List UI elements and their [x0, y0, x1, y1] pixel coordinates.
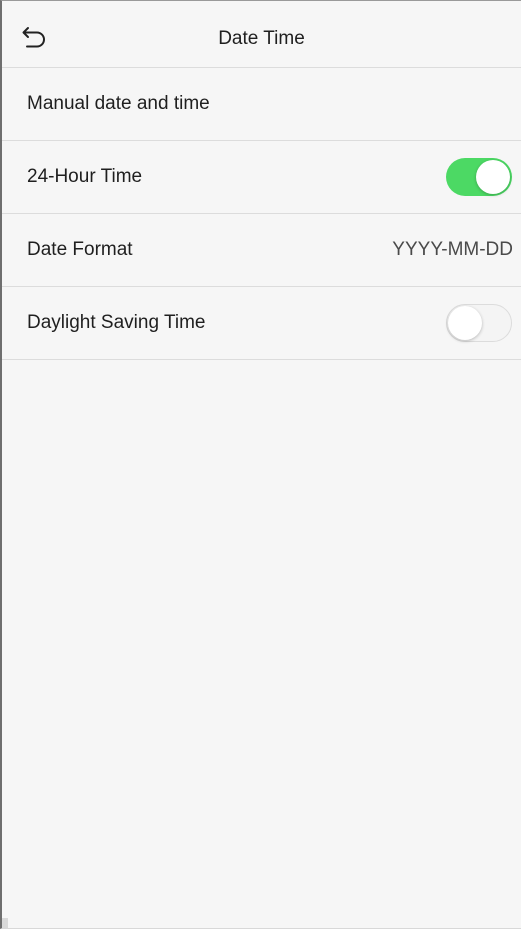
- 24-hour-time-toggle[interactable]: [446, 158, 512, 196]
- header-bar: Date Time: [2, 1, 521, 68]
- settings-item-label: Daylight Saving Time: [27, 312, 206, 333]
- corner-mark: [2, 918, 8, 928]
- date-time-screen: Date Time Manual date and time 24-Hour T…: [0, 0, 521, 929]
- date-format-value: YYYY-MM-DD: [392, 239, 513, 260]
- back-arrow-icon[interactable]: [22, 25, 50, 49]
- settings-item-24-hour-time[interactable]: 24-Hour Time: [2, 141, 521, 214]
- settings-item-label: Manual date and time: [27, 93, 210, 114]
- settings-item-daylight-saving-time[interactable]: Daylight Saving Time: [2, 287, 521, 360]
- settings-item-date-format[interactable]: Date Format YYYY-MM-DD: [2, 214, 521, 287]
- toggle-knob: [448, 306, 482, 340]
- toggle-knob: [476, 160, 510, 194]
- daylight-saving-time-toggle[interactable]: [446, 304, 512, 342]
- settings-item-label: Date Format: [27, 239, 133, 260]
- settings-item-label: 24-Hour Time: [27, 166, 143, 187]
- settings-item-manual-date-time[interactable]: Manual date and time: [2, 68, 521, 141]
- page-title: Date Time: [218, 28, 305, 49]
